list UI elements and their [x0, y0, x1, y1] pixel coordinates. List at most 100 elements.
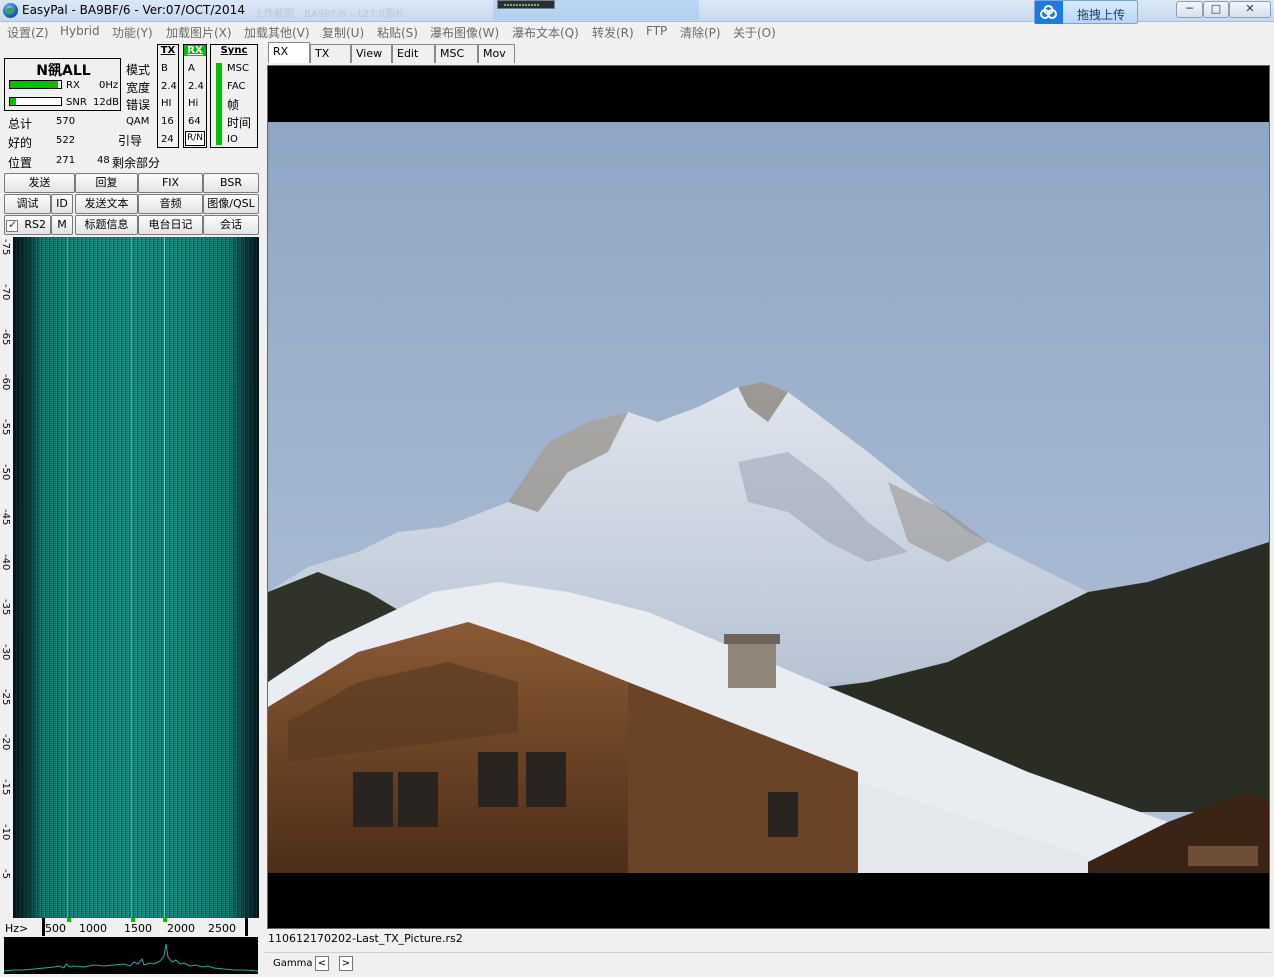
menu-load-other[interactable]: 加载其他(V) — [244, 24, 310, 41]
header-info-button[interactable]: 标题信息 — [75, 215, 138, 235]
received-picture[interactable] — [268, 122, 1269, 873]
id-button[interactable]: ID — [51, 194, 73, 214]
minimize-button[interactable]: ─ — [1176, 1, 1203, 18]
waterfall-display[interactable] — [13, 237, 259, 918]
good-label: 好的 — [8, 136, 33, 150]
upload-button[interactable]: 拖拽上传 — [1034, 0, 1138, 24]
remaining-label: 剩余部分 — [112, 156, 161, 170]
menu-functions[interactable]: 功能(Y) — [112, 24, 153, 41]
fix-label: FIX — [161, 176, 180, 189]
tx-error: HI — [161, 98, 172, 109]
snr-level-fill — [10, 98, 17, 105]
tab-view-label: View — [356, 47, 383, 60]
tx-qam: 16 — [161, 116, 174, 127]
guide-label: 引导 — [118, 134, 143, 148]
rx-width: 2.4 — [188, 81, 204, 92]
menu-bar: 设置(Z) Hybrid 功能(Y) 加载图片(X) 加载其他(V) 复制(U)… — [0, 22, 1274, 41]
frequency-unit: Hz> — [5, 922, 29, 935]
image-qsl-button[interactable]: 图像/QSL — [203, 194, 259, 214]
id-label: ID — [56, 197, 68, 210]
snr-level-bar — [9, 97, 62, 106]
scale-label: -5 — [0, 869, 11, 879]
m-button[interactable]: M — [51, 215, 73, 235]
chat-button[interactable]: 会话 — [203, 215, 259, 235]
window-title: EasyPal - BA9BF/6 - Ver:07/OCT/2014 — [22, 3, 245, 17]
menu-clear[interactable]: 清除(P) — [680, 24, 721, 41]
rx-error: Hi — [188, 98, 199, 109]
frequency-limit-right[interactable] — [245, 918, 248, 936]
tab-edit[interactable]: Edit — [392, 44, 435, 63]
frequency-tick-label: 2000 — [167, 922, 195, 935]
bsr-button[interactable]: BSR — [203, 173, 259, 193]
tab-msc[interactable]: MSC — [435, 44, 478, 63]
tx-heading: TX — [160, 45, 176, 56]
picture-file-name: 110612170202-Last_TX_Picture.rs2 — [268, 932, 463, 945]
menu-forward[interactable]: 转发(R) — [592, 24, 634, 41]
tab-rx[interactable]: RX — [268, 42, 310, 63]
scale-label: -35 — [0, 599, 11, 616]
frequency-marker[interactable] — [67, 918, 71, 922]
menu-settings[interactable]: 设置(Z) — [7, 24, 49, 41]
cloud-icon — [1035, 1, 1063, 24]
spectrum-display — [3, 937, 259, 974]
scale-label: -40 — [0, 554, 11, 571]
chevron-right-icon: > — [341, 958, 351, 969]
sync-heading: Sync — [220, 45, 248, 56]
level-meter — [497, 0, 555, 9]
frequency-tick-label: 1500 — [124, 922, 152, 935]
debug-label: 调试 — [16, 197, 39, 210]
scale-label: -15 — [0, 779, 11, 796]
reply-button[interactable]: 回复 — [75, 173, 138, 193]
frequency-tick-label: 500 — [45, 922, 66, 935]
sync-frame: 帧 — [227, 98, 240, 112]
send-button[interactable]: 发送 — [4, 173, 75, 193]
mode-status-box: N谻ALL RX 0Hz SNR 12dB — [4, 58, 121, 111]
tab-mov[interactable]: Mov — [478, 44, 515, 63]
position-value: 271 — [56, 155, 76, 166]
scale-label: -45 — [0, 509, 11, 526]
tx-mode: B — [161, 63, 168, 74]
menu-waterfall-text[interactable]: 瀑布文本(Q) — [512, 24, 579, 41]
send-text-button[interactable]: 发送文本 — [75, 194, 138, 214]
menu-load-picture[interactable]: 加载图片(X) — [166, 24, 232, 41]
m-label: M — [57, 218, 67, 231]
rn-button[interactable]: R/N — [185, 131, 205, 146]
mode-title: N谻ALL — [36, 63, 91, 79]
menu-paste[interactable]: 粘贴(S) — [377, 24, 418, 41]
gamma-increase-button[interactable]: > — [339, 956, 353, 971]
gamma-decrease-button[interactable]: < — [315, 956, 329, 971]
bsr-label: BSR — [220, 176, 242, 189]
tab-msc-label: MSC — [440, 47, 465, 60]
scale-label: -25 — [0, 689, 11, 706]
position-label: 位置 — [8, 156, 33, 170]
menu-ftp[interactable]: FTP — [646, 24, 667, 38]
debug-button[interactable]: 调试 — [4, 194, 51, 214]
menu-hybrid[interactable]: Hybrid — [60, 24, 100, 38]
rs2-checkbox[interactable] — [6, 218, 18, 232]
tx-width: 2.4 — [161, 81, 177, 92]
menu-about[interactable]: 关于(O) — [733, 24, 776, 41]
scale-label: -10 — [0, 824, 11, 841]
upload-label: 拖拽上传 — [1077, 8, 1126, 22]
close-button[interactable]: ✕ — [1229, 1, 1271, 18]
waterfall-center-line — [164, 237, 165, 918]
station-log-button[interactable]: 电台日记 — [138, 215, 203, 235]
audio-button[interactable]: 音频 — [138, 194, 203, 214]
chevron-left-icon: < — [317, 958, 327, 969]
error-label: 错误 — [126, 98, 151, 112]
menu-copy[interactable]: 复制(U) — [322, 24, 364, 41]
frequency-tick-label: 1000 — [79, 922, 107, 935]
menu-waterfall-image[interactable]: 瀑布图像(W) — [430, 24, 499, 41]
easypal-window: EasyPal - BA9BF/6 - Ver:07/OCT/2014 上传截图… — [0, 0, 1274, 977]
fix-button[interactable]: FIX — [138, 173, 203, 193]
tab-tx-label: TX — [315, 47, 330, 60]
snr-label: SNR — [66, 97, 87, 108]
sync-column: Sync MSC FAC 帧 时间 IO — [210, 44, 258, 148]
maximize-button[interactable]: □ — [1203, 1, 1229, 18]
tab-view[interactable]: View — [351, 44, 392, 63]
audio-label: 音频 — [159, 197, 182, 210]
waterfall-marker-line — [131, 237, 132, 918]
tab-tx[interactable]: TX — [310, 44, 351, 63]
tx-column: TX B 2.4 HI 16 24 — [157, 44, 179, 148]
mode-label: 模式 — [126, 63, 151, 77]
